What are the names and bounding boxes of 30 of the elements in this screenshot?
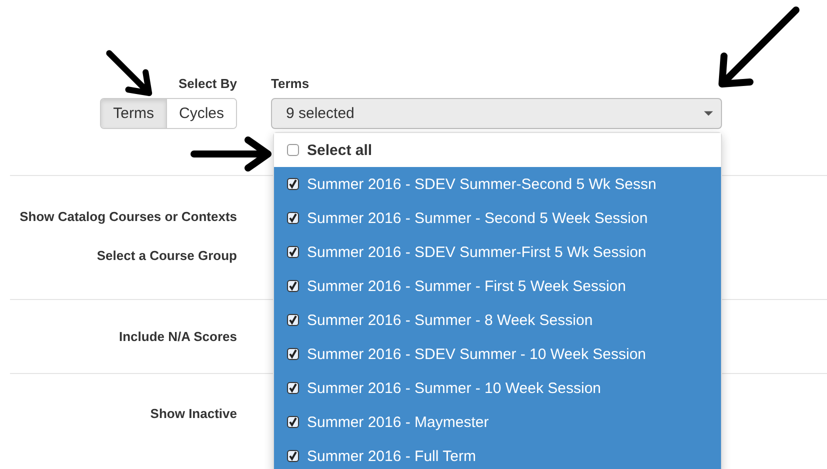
checkbox[interactable] [287, 246, 299, 258]
checkbox[interactable] [287, 416, 299, 428]
term-option[interactable]: Summer 2016 - Summer - First 5 Week Session [274, 269, 721, 303]
terms-label: Terms [271, 76, 310, 92]
caret-icon [704, 111, 713, 116]
checkbox[interactable] [287, 348, 299, 360]
terms-select[interactable]: 9 selected [271, 98, 722, 129]
checkbox[interactable] [287, 450, 299, 462]
term-option[interactable]: Summer 2016 - Summer - 8 Week Session [274, 303, 721, 337]
term-option[interactable]: Summer 2016 - Summer - Second 5 Week Session [274, 201, 721, 235]
term-option[interactable]: Summer 2016 - Summer - 10 Week Session [274, 371, 721, 405]
select-all-option[interactable]: Select all [274, 133, 721, 167]
field-label: Include N/A Scores [119, 329, 237, 344]
checkbox[interactable] [287, 144, 299, 156]
select-by-label: Select By [178, 76, 237, 92]
field-label: Show Catalog Courses or Contexts [20, 208, 237, 224]
field-label: Show Inactive [150, 406, 237, 421]
term-option[interactable]: Summer 2016 - SDEV Summer-First 5 Wk Session [274, 235, 721, 269]
checkbox[interactable] [287, 212, 299, 224]
field-label: Select a Course Group [96, 248, 237, 262]
toggle-button[interactable]: Cycles [166, 99, 236, 128]
checkbox[interactable] [287, 314, 299, 326]
term-option[interactable]: Summer 2016 - Full Term [274, 439, 721, 469]
toggle-button[interactable]: Terms [101, 99, 166, 128]
term-option[interactable]: Summer 2016 - SDEV Summer - 10 Week Session [274, 337, 721, 371]
term-option[interactable]: Summer 2016 - Maymester [274, 405, 721, 439]
checkbox[interactable] [287, 178, 299, 190]
checkbox[interactable] [287, 382, 299, 394]
term-option[interactable]: Summer 2016 - SDEV Summer-Second 5 Wk Sessn [274, 167, 721, 201]
checkbox[interactable] [287, 280, 299, 292]
